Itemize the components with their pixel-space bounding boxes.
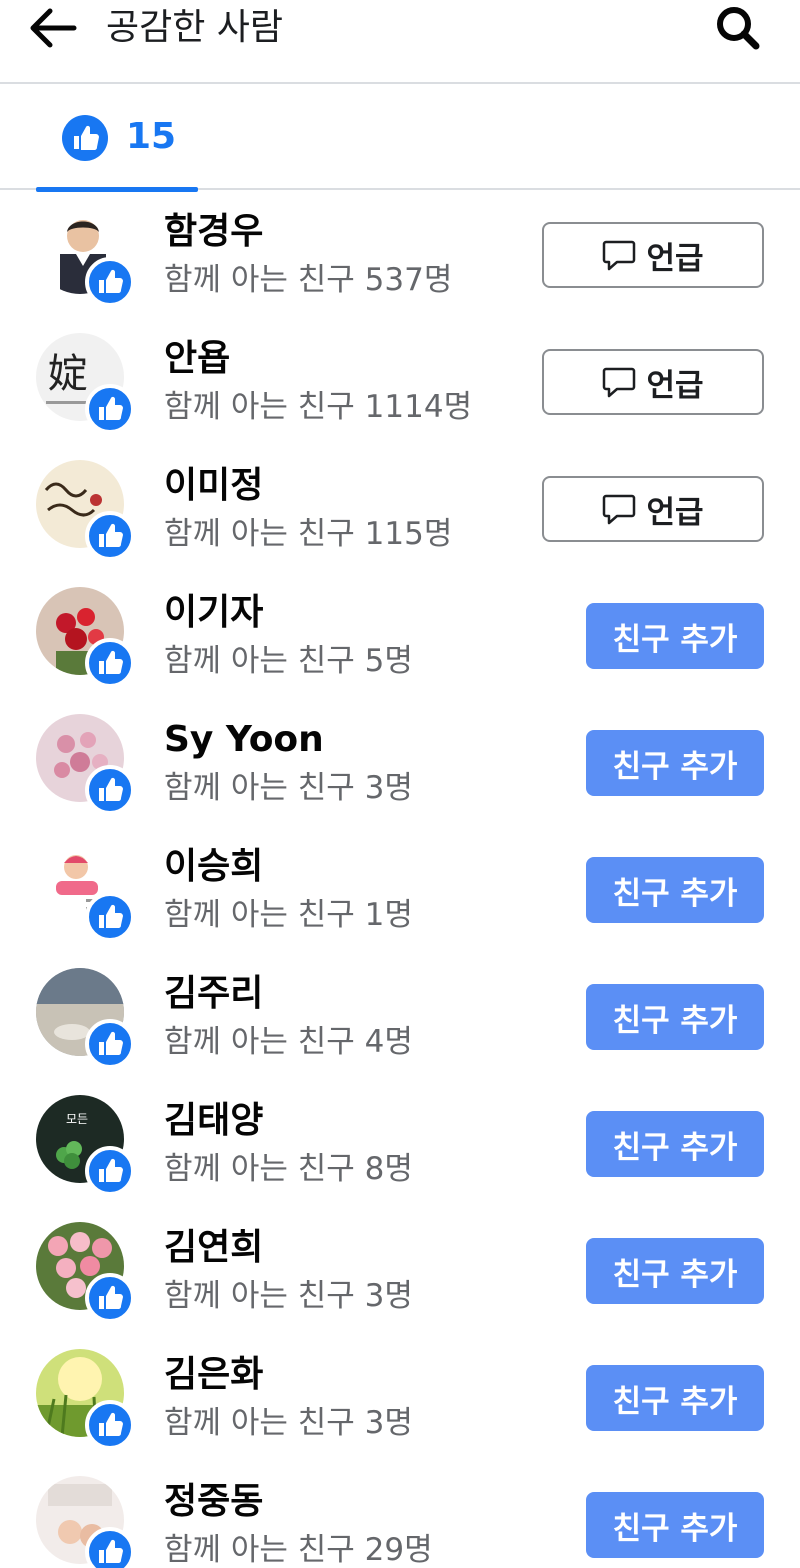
- like-badge-icon: [85, 257, 135, 307]
- list-item[interactable]: 婝 안욥함께 아는 친구 1114명 언급: [0, 319, 800, 446]
- person-name[interactable]: 이기자: [164, 591, 263, 635]
- tab-likes[interactable]: 15: [36, 84, 198, 192]
- button-label: 친구 추가: [612, 621, 738, 658]
- button-label: 친구 추가: [612, 1510, 738, 1547]
- list-item[interactable]: 모든 김태양함께 아는 친구 8명 친구 추가: [0, 1081, 800, 1208]
- add-friend-button[interactable]: 친구 추가: [586, 1492, 764, 1558]
- person-name[interactable]: 이미정: [164, 464, 263, 508]
- add-friend-button[interactable]: 친구 추가: [586, 730, 764, 796]
- mention-button[interactable]: 언급: [542, 349, 764, 415]
- person-name[interactable]: 안욥: [164, 337, 230, 381]
- like-thumb-icon: [62, 115, 108, 161]
- people-list: 함경우 함께 아는 친구 537명 언급 婝 안욥 함께 아는 친구 1114명 언급 이미정…: [0, 192, 800, 1568]
- mutual-friends-count: 함께 아는 친구 3명: [164, 1278, 413, 1314]
- list-item[interactable]: 김주리함께 아는 친구 4명 친구 추가: [0, 954, 800, 1081]
- person-name[interactable]: Sy Yoon: [164, 718, 324, 762]
- mutual-friends-count: 함께 아는 친구 3명: [164, 770, 413, 806]
- search-button[interactable]: [710, 2, 766, 54]
- person-name[interactable]: 김은화: [164, 1353, 263, 1397]
- list-item[interactable]: 이승희함께 아는 친구 1명 친구 추가: [0, 827, 800, 954]
- add-friend-button[interactable]: 친구 추가: [586, 857, 764, 923]
- add-friend-button[interactable]: 친구 추가: [586, 1365, 764, 1431]
- person-name[interactable]: 함경우: [164, 210, 263, 254]
- like-badge-icon: [85, 1400, 135, 1450]
- list-item[interactable]: 김연희함께 아는 친구 3명 친구 추가: [0, 1208, 800, 1335]
- mutual-friends-count: 함께 아는 친구 5명: [164, 643, 413, 679]
- button-label: 친구 추가: [612, 1129, 738, 1166]
- mutual-friends-count: 함께 아는 친구 1명: [164, 897, 413, 933]
- speech-bubble-icon: [603, 494, 636, 525]
- like-badge-icon: [85, 638, 135, 688]
- button-label: 언급: [646, 240, 704, 277]
- mention-button[interactable]: 언급: [542, 222, 764, 288]
- add-friend-button[interactable]: 친구 추가: [586, 984, 764, 1050]
- person-name[interactable]: 정중동: [164, 1480, 263, 1524]
- mutual-friends-count: 함께 아는 친구 537명: [164, 262, 453, 298]
- mutual-friends-count: 함께 아는 친구 115명: [164, 516, 453, 552]
- button-label: 친구 추가: [612, 1256, 738, 1293]
- svg-text:婝: 婝: [48, 351, 88, 397]
- button-label: 언급: [646, 494, 704, 531]
- list-item[interactable]: Sy Yoon 함께 아는 친구 3명 친구 추가: [0, 700, 800, 827]
- like-badge-icon: [85, 511, 135, 561]
- like-badge-icon: [85, 1527, 135, 1568]
- mutual-friends-count: 함께 아는 친구 8명: [164, 1151, 413, 1187]
- arrow-left-icon: [30, 8, 77, 48]
- button-label: 친구 추가: [612, 875, 738, 912]
- mutual-friends-count: 함께 아는 친구 1114명: [164, 389, 473, 425]
- speech-bubble-icon: [603, 240, 636, 271]
- person-name[interactable]: 이승희: [164, 845, 263, 889]
- like-badge-icon: [85, 1019, 135, 1069]
- like-badge-icon: [85, 1146, 135, 1196]
- speech-bubble-icon: [603, 367, 636, 398]
- mutual-friends-count: 함께 아는 친구 3명: [164, 1405, 413, 1441]
- button-label: 언급: [646, 367, 704, 404]
- person-name[interactable]: 김연희: [164, 1226, 263, 1270]
- list-item[interactable]: 김은화함께 아는 친구 3명 친구 추가: [0, 1335, 800, 1462]
- like-badge-icon: [85, 892, 135, 942]
- like-badge-icon: [85, 765, 135, 815]
- add-friend-button[interactable]: 친구 추가: [586, 603, 764, 669]
- mutual-friends-count: 함께 아는 친구 4명: [164, 1024, 413, 1060]
- likes-screen: 공감한 사람 15 함경우 함께 아는 친구 537명 언급 婝 안욥 함께 아는 친구 …: [0, 0, 800, 1568]
- mention-button[interactable]: 언급: [542, 476, 764, 542]
- button-label: 친구 추가: [612, 748, 738, 785]
- mutual-friends-count: 함께 아는 친구 29명: [164, 1532, 433, 1568]
- reaction-tabs: 15: [0, 84, 800, 192]
- list-item[interactable]: 이기자함께 아는 친구 5명 친구 추가: [0, 573, 800, 700]
- back-button[interactable]: [26, 4, 82, 52]
- top-bar: 공감한 사람: [0, 0, 800, 84]
- search-icon: [717, 7, 760, 50]
- button-label: 친구 추가: [612, 1383, 738, 1420]
- svg-text:모든: 모든: [66, 1112, 88, 1126]
- list-item[interactable]: 함경우함께 아는 친구 537명 언급: [0, 192, 800, 319]
- list-item[interactable]: 정중동함께 아는 친구 29명 친구 추가: [0, 1462, 800, 1568]
- page-title: 공감한 사람: [106, 7, 284, 48]
- like-badge-icon: [85, 384, 135, 434]
- like-badge-icon: [85, 1273, 135, 1323]
- button-label: 친구 추가: [612, 1002, 738, 1039]
- add-friend-button[interactable]: 친구 추가: [586, 1111, 764, 1177]
- likes-count: 15: [126, 116, 177, 157]
- person-name[interactable]: 김태양: [164, 1099, 263, 1143]
- add-friend-button[interactable]: 친구 추가: [586, 1238, 764, 1304]
- person-name[interactable]: 김주리: [164, 972, 263, 1016]
- list-item[interactable]: 이미정함께 아는 친구 115명 언급: [0, 446, 800, 573]
